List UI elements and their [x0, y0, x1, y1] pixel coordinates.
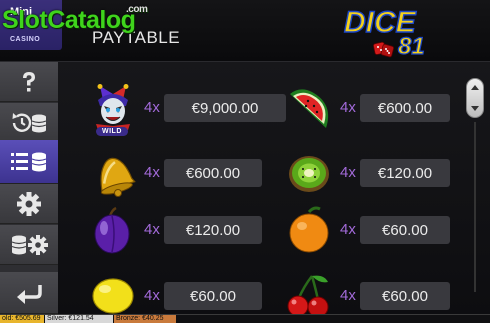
- gold-jackpot: old: €505.69: [0, 315, 44, 323]
- wild-label: WILD: [96, 127, 128, 136]
- back-button[interactable]: [0, 272, 58, 314]
- scrollbar-track[interactable]: [474, 122, 476, 292]
- silver-jackpot: Silver: €121.54: [45, 315, 113, 323]
- jackpot-status-bar: old: €505.69 Silver: €121.54 Bronze: €40…: [0, 314, 490, 323]
- help-question-icon: [23, 71, 35, 91]
- payout-amount: €60.00: [360, 216, 450, 244]
- game-logo: DICE 81: [336, 5, 456, 63]
- paytable-panel: WILD 4x €9,000.00 4x €600.00 4x €120.00: [58, 62, 490, 314]
- dice-icon: [373, 40, 395, 63]
- payout-amount: €120.00: [360, 159, 450, 187]
- payout-amount: €600.00: [360, 94, 450, 122]
- bet-settings-icon: [11, 234, 48, 255]
- multiplier-label: 4x: [340, 287, 356, 304]
- sidebar: [0, 62, 68, 314]
- paytable-row: 4x €60.00: [88, 278, 298, 314]
- casino-badge-label: CASINO: [10, 36, 41, 43]
- multiplier-label: 4x: [144, 221, 160, 238]
- lemon-icon: [88, 272, 138, 314]
- watermark: SlotCatalog .com: [2, 4, 148, 35]
- paytable-row: 4x €120.00: [88, 206, 298, 254]
- scroll-up-button[interactable]: [466, 78, 484, 118]
- paytable-row: 4x €600.00: [88, 155, 298, 197]
- kiwi-icon: [284, 149, 334, 199]
- multiplier-label: 4x: [340, 99, 356, 116]
- watermark-suffix: .com: [126, 4, 148, 15]
- bell-icon: [88, 149, 138, 199]
- paytable-row: 4x €60.00: [284, 275, 484, 314]
- bronze-jackpot: Bronze: €40.25: [114, 315, 176, 323]
- multiplier-label: 4x: [340, 221, 356, 238]
- payout-amount: €60.00: [360, 282, 450, 310]
- settings-button[interactable]: [0, 184, 58, 224]
- multiplier-label: 4x: [144, 99, 160, 116]
- plum-icon: [88, 206, 138, 256]
- payout-amount: €600.00: [164, 159, 262, 187]
- watermelon-icon: [284, 84, 334, 134]
- help-button[interactable]: [0, 62, 58, 102]
- paytable-icon: [11, 152, 47, 171]
- bet-settings-button[interactable]: [0, 225, 58, 265]
- chevron-up-icon: [471, 85, 479, 111]
- payout-amount: €120.00: [164, 216, 262, 244]
- payout-amount: €60.00: [164, 282, 262, 310]
- cherries-icon: [284, 272, 334, 314]
- history-icon: [12, 112, 47, 132]
- watermark-text: SlotCatalog: [2, 6, 136, 34]
- multiplier-label: 4x: [340, 164, 356, 181]
- paytable-row: 4x €600.00: [284, 89, 484, 128]
- back-arrow-icon: [17, 284, 42, 304]
- orange-icon: [284, 206, 334, 256]
- payout-amount: €9,000.00: [164, 94, 286, 122]
- history-button[interactable]: [0, 103, 58, 143]
- paytable-row: 4x €60.00: [284, 206, 484, 253]
- paytable-row: 4x €120.00: [284, 155, 484, 193]
- game-logo-number: 81: [397, 32, 425, 60]
- settings-gear-icon: [17, 191, 41, 216]
- multiplier-label: 4x: [144, 287, 160, 304]
- multiplier-label: 4x: [144, 164, 160, 181]
- paytable-row: WILD 4x €9,000.00: [88, 84, 298, 136]
